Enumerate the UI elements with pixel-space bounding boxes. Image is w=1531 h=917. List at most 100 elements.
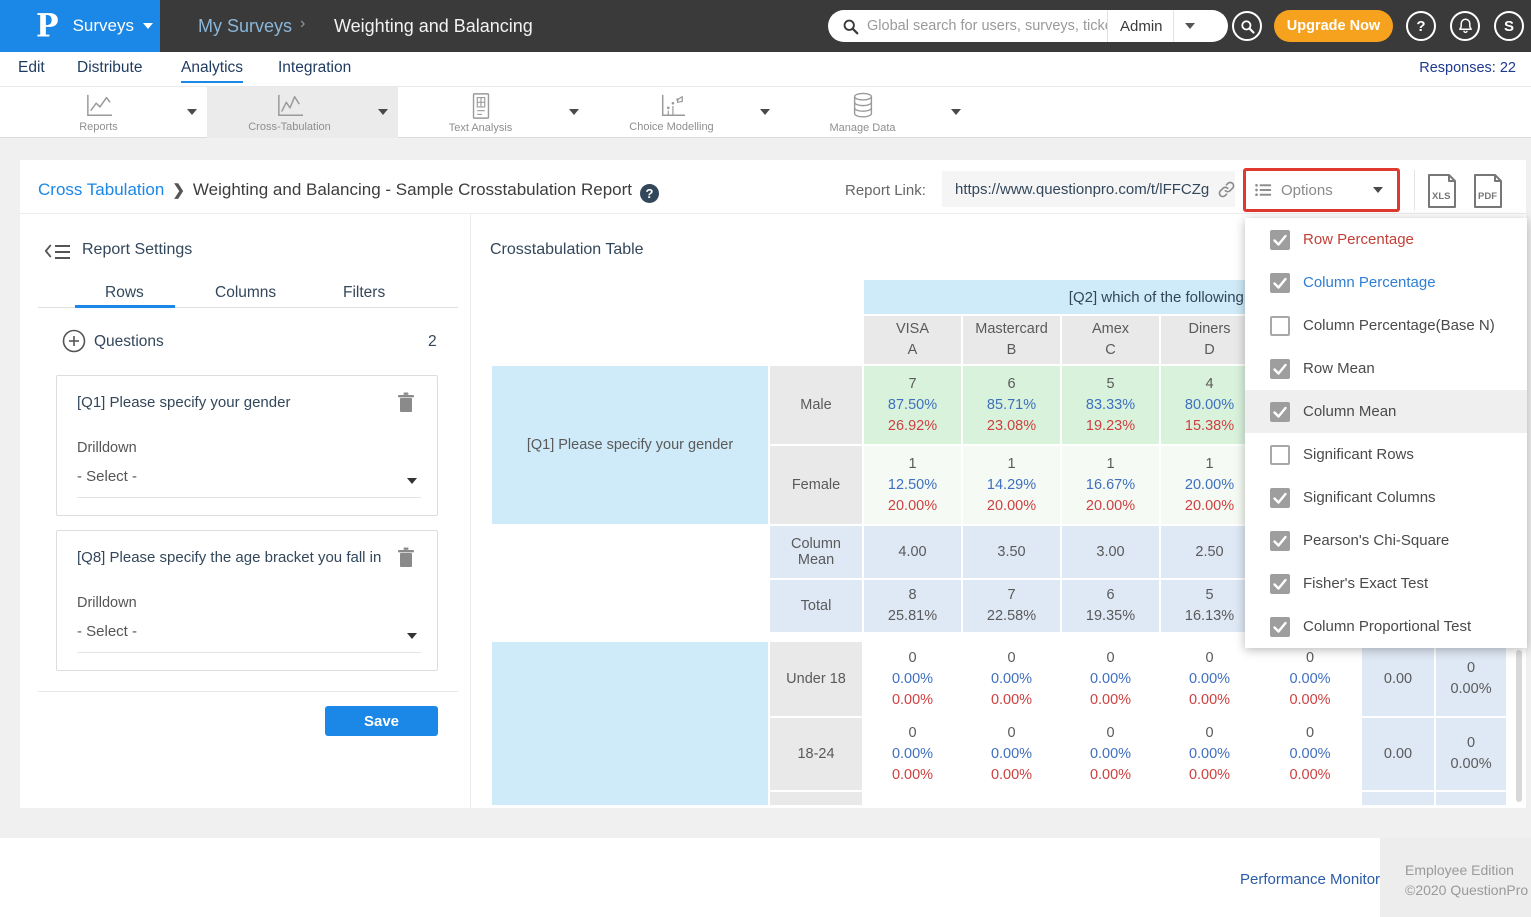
column-header-diners: DinersD [1161,316,1258,364]
tab-columns[interactable]: Columns [215,284,276,302]
drilldown-select[interactable]: - Select - [77,468,421,498]
checkbox-checked-icon[interactable] [1270,617,1290,637]
checkbox-checked-icon[interactable] [1270,488,1290,508]
breadcrumb-separator: ❯ [172,182,185,199]
data-cell: 583.33%19.23% [1062,366,1159,444]
questionpro-logo-icon: P [36,8,59,45]
options-menu-item-8[interactable]: Fisher's Exact Test [1245,562,1527,605]
options-menu-item-0[interactable]: Row Percentage [1245,218,1527,261]
performance-monitor-link[interactable]: Performance Monitor [1240,871,1380,888]
help-button[interactable]: ? [1406,11,1436,41]
tab-distribute[interactable]: Distribute [77,59,142,81]
global-search[interactable]: Admin [828,10,1228,42]
tab-edit[interactable]: Edit [18,59,45,81]
divider [38,691,458,692]
options-menu-item-6[interactable]: Significant Columns [1245,476,1527,519]
chevron-down-icon[interactable] [187,109,197,115]
options-menu-item-label: Column Percentage(Base N) [1303,317,1495,334]
avatar[interactable]: S [1494,11,1524,41]
checkbox-checked-icon[interactable] [1270,359,1290,379]
checkbox-checked-icon[interactable] [1270,402,1290,422]
cross-tabulation-link[interactable]: Cross Tabulation [38,180,164,199]
tab-integration[interactable]: Integration [278,59,351,81]
chevron-down-icon [143,23,153,29]
checkbox-checked-icon[interactable] [1270,531,1290,551]
breadcrumb-my-surveys[interactable]: My Surveys [198,16,292,37]
chevron-down-icon[interactable] [569,109,579,115]
options-menu-item-4[interactable]: Column Mean [1245,390,1527,433]
checkbox-checked-icon[interactable] [1270,574,1290,594]
toolbar-item-label: Reports [79,121,118,133]
checkbox-unchecked-icon[interactable] [1270,316,1290,336]
options-menu-item-7[interactable]: Pearson's Chi-Square [1245,519,1527,562]
upgrade-now-button[interactable]: Upgrade Now [1274,10,1393,42]
top-bar: P Surveys My Surveys › Weighting and Bal… [0,0,1531,52]
options-button[interactable]: Options [1243,168,1400,212]
toolbar-item-cross-tabulation[interactable]: Cross-Tabulation [207,87,398,138]
table-cell [492,316,862,364]
table-vertical-scrollbar[interactable] [1516,650,1522,802]
drilldown-select-value: - Select - [77,623,137,640]
column-header-amex: AmexC [1062,316,1159,364]
checkbox-unchecked-icon[interactable] [1270,445,1290,465]
drilldown-select[interactable]: - Select - [77,623,421,653]
tab-rows[interactable]: Rows [105,284,144,302]
search-submit-button[interactable] [1232,11,1262,41]
chevron-down-icon[interactable] [760,109,770,115]
chevron-down-icon[interactable] [378,109,388,115]
options-label: Options [1281,182,1333,199]
add-question-button[interactable] [62,329,86,353]
text-analysis-document-icon [469,92,493,120]
data-cell: 116.67%20.00% [1062,446,1159,524]
search-scope-admin[interactable]: Admin [1107,10,1173,42]
product-switcher[interactable]: P Surveys [0,0,160,52]
options-menu-item-label: Column Mean [1303,403,1396,420]
data-cell: 114.29%20.00% [963,446,1060,524]
notifications-button[interactable] [1450,11,1480,41]
toolbar-item-text-analysis[interactable]: Text Analysis [398,87,589,138]
delete-question-icon[interactable] [397,392,415,413]
choice-modelling-chart-icon [657,93,687,119]
report-url-box[interactable]: https://www.questionpro.com/t/lFFCZg [942,171,1235,207]
toolbar-item-manage-data[interactable]: Manage Data [780,87,971,138]
delete-question-icon[interactable] [397,547,415,568]
total-cell: 516.13% [1161,580,1258,632]
table-cell [770,792,862,805]
product-name: Surveys [73,16,134,36]
toolbar-item-reports[interactable]: Reports [16,87,207,138]
export-xls-button[interactable]: XLS [1427,173,1457,209]
options-menu-item-5[interactable]: Significant Rows [1245,433,1527,476]
total-cell: 619.35% [1062,580,1159,632]
options-menu-item-label: Column Proportional Test [1303,618,1471,635]
table-cell [864,792,961,805]
column-mean-cell: 3.00 [1062,526,1159,578]
options-menu-item-1[interactable]: Column Percentage [1245,261,1527,304]
search-scope-dropdown[interactable] [1173,10,1207,42]
save-button[interactable]: Save [325,706,438,736]
toolbar-item-choice-modelling[interactable]: Choice Modelling [589,87,780,138]
options-menu-item-label: Significant Rows [1303,446,1414,463]
options-menu-item-3[interactable]: Row Mean [1245,347,1527,390]
checkbox-checked-icon[interactable] [1270,230,1290,250]
help-icon[interactable]: ? [640,184,659,203]
chevron-down-icon [407,478,417,484]
tab-analytics[interactable]: Analytics [181,59,243,83]
table-cell [1362,792,1434,805]
report-settings-title: Report Settings [82,241,192,259]
total-cell: 825.81% [864,580,961,632]
collapse-panel-icon[interactable] [44,242,72,262]
search-input[interactable] [867,18,1107,34]
chevron-down-icon[interactable] [951,109,961,115]
responses-count[interactable]: Responses: 22 [1419,60,1516,76]
tab-filters[interactable]: Filters [343,284,385,302]
table-cell [492,526,768,578]
question-label: [Q1] Please specify your gender [77,394,387,411]
data-cell: 00.00%0.00% [1161,718,1258,790]
table-cell [1436,792,1506,805]
options-menu-item-9[interactable]: Column Proportional Test [1245,605,1527,648]
export-pdf-button[interactable]: PDF [1473,173,1503,209]
survey-nav: Edit Distribute Analytics Integration Re… [0,52,1531,87]
checkbox-checked-icon[interactable] [1270,273,1290,293]
row-mean-cell: 0.00 [1362,718,1434,790]
options-menu-item-2[interactable]: Column Percentage(Base N) [1245,304,1527,347]
